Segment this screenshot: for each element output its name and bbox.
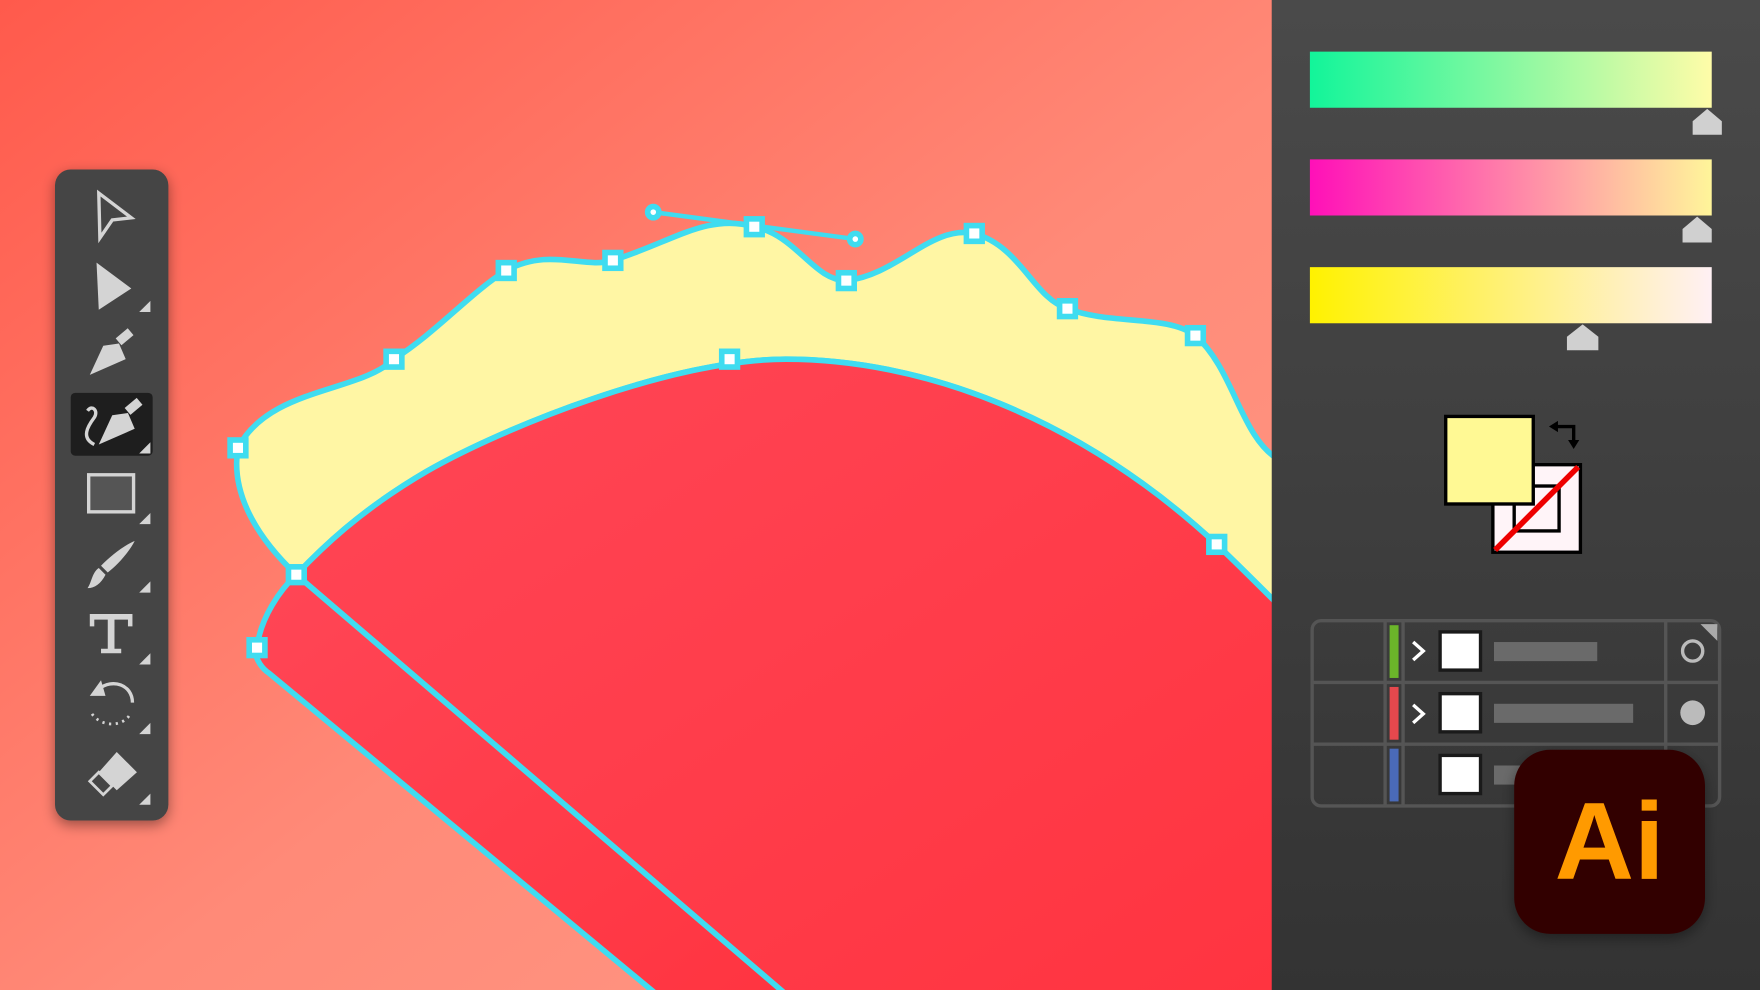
rectangle-tool-icon[interactable] <box>86 473 136 514</box>
illustrator-scene: Ai <box>0 0 1760 990</box>
layer-thumbnail <box>1438 630 1483 672</box>
layer-name-placeholder <box>1493 642 1598 662</box>
gradient-bar-1[interactable] <box>1309 51 1712 108</box>
gradient-bar-3[interactable] <box>1309 267 1712 324</box>
fill-swatch[interactable] <box>1444 414 1535 506</box>
target-filled-icon[interactable] <box>1680 700 1705 726</box>
layer-color <box>1389 625 1399 678</box>
layer-name-placeholder <box>1493 703 1634 723</box>
gradient-bar-2[interactable] <box>1309 159 1712 216</box>
layer-color <box>1389 748 1399 802</box>
layer-thumbnail <box>1438 753 1483 796</box>
layer-thumbnail <box>1438 691 1483 734</box>
logo-text: Ai <box>1555 780 1665 903</box>
gradient-sliders[interactable] <box>1309 51 1722 351</box>
illustrator-logo: Ai <box>1514 749 1705 934</box>
layer-color <box>1389 686 1399 740</box>
